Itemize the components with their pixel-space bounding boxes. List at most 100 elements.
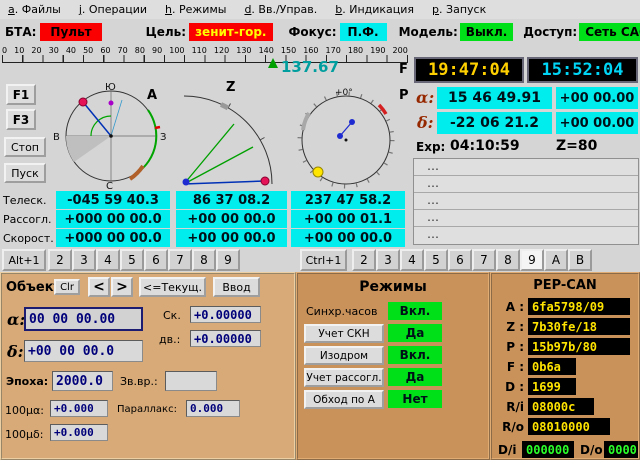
prev-object-button[interactable]: < bbox=[88, 277, 110, 297]
dial-a-shaded-sector bbox=[66, 136, 111, 162]
parallax-label: Параллакс: bbox=[117, 404, 177, 415]
zenith-limit-value: Z=80 bbox=[556, 138, 597, 154]
object-panel-title: Объект bbox=[6, 280, 61, 295]
telescope-zenith-value: 86 37 08.2 bbox=[176, 191, 287, 209]
rotation-axis-label: P bbox=[399, 88, 409, 103]
copy-current-button[interactable]: <=Текущ. bbox=[139, 277, 206, 297]
dial-p-angle-label: +0° bbox=[335, 88, 353, 98]
object-delta-label: δ: bbox=[7, 342, 24, 361]
ruler-tick: 80 bbox=[135, 46, 145, 55]
ruler-tick: 190 bbox=[370, 46, 385, 55]
ruler-tick: 160 bbox=[303, 46, 318, 55]
ruler-tick: 10 bbox=[14, 46, 24, 55]
target-label: Цель: bbox=[146, 25, 186, 39]
ruler-tick: 0 bbox=[2, 46, 7, 55]
ruler-tick: 110 bbox=[192, 46, 207, 55]
pep-panel: PEP-CAN A : 6fa5798/09 Z : 7b30fe/18 P :… bbox=[490, 272, 640, 460]
pep-di-value: 000000 bbox=[522, 441, 574, 458]
motion-field[interactable]: +0.00000 bbox=[190, 330, 261, 347]
ruler-tick: 30 bbox=[49, 46, 59, 55]
tab-ctrl-v[interactable]: В bbox=[568, 249, 592, 271]
dial-a-object-dot bbox=[79, 98, 87, 106]
modes-panel-title: Режимы bbox=[298, 279, 488, 295]
ctrl-tabs-label[interactable]: Ctrl+1 bbox=[300, 249, 347, 271]
tab-ctrl-3[interactable]: 3 bbox=[376, 249, 400, 271]
mode-isodrome-button[interactable]: Изодром bbox=[304, 346, 384, 365]
tab-ctrl-2[interactable]: 2 bbox=[352, 249, 376, 271]
speed-field[interactable]: +0.00000 bbox=[190, 306, 261, 323]
alt-tabs-label[interactable]: Alt+1 bbox=[2, 249, 46, 271]
sidereal-time-label: Зв.вр.: bbox=[120, 375, 158, 388]
mode-clock-sync-label: Синхр.часов bbox=[306, 305, 378, 318]
mode-skn-button[interactable]: Учет СКН bbox=[304, 324, 384, 343]
object-delta-input[interactable]: +00 00 00.0 bbox=[24, 340, 143, 362]
tab-alt-9[interactable]: 9 bbox=[216, 249, 240, 271]
log-row: … bbox=[414, 159, 638, 176]
mode-bypass-a-button[interactable]: Обход по А bbox=[304, 390, 384, 409]
modes-panel: Режимы Синхр.часов Вкл. Учет СКН Да Изод… bbox=[296, 272, 490, 460]
tab-ctrl-8[interactable]: 8 bbox=[496, 249, 520, 271]
next-object-button[interactable]: > bbox=[111, 277, 133, 297]
menu-launch-hotkey: p bbox=[432, 3, 439, 16]
focus-status-badge: П.Ф. bbox=[340, 23, 387, 41]
menu-launch[interactable]: p. Запуск bbox=[432, 3, 486, 16]
menu-operations[interactable]: j. Операции bbox=[79, 3, 147, 16]
tab-ctrl-9[interactable]: 9 bbox=[520, 249, 544, 271]
telescope-azimuth-value: -045 59 40.3 bbox=[56, 191, 170, 209]
log-row: … bbox=[414, 227, 638, 244]
ruler-tick-marks bbox=[2, 55, 408, 63]
mode-clock-sync-value: Вкл. bbox=[388, 302, 442, 320]
ruler-tick: 170 bbox=[326, 46, 341, 55]
tab-alt-4[interactable]: 4 bbox=[96, 249, 120, 271]
ruler-tick: 40 bbox=[66, 46, 76, 55]
epoch-input[interactable]: 2000.0 bbox=[52, 371, 113, 391]
menu-modes[interactable]: h. Режимы bbox=[165, 3, 226, 16]
ruler-tick: 180 bbox=[348, 46, 363, 55]
ruler-tick: 20 bbox=[31, 46, 41, 55]
pep-di-label: D/i bbox=[498, 443, 516, 457]
menu-files[interactable]: а. Файлы bbox=[8, 3, 61, 16]
pep-d-label: D : bbox=[494, 380, 524, 394]
tab-ctrl-a[interactable]: A bbox=[544, 249, 568, 271]
motion-label: дв.: bbox=[159, 333, 180, 346]
f3-button[interactable]: F3 bbox=[6, 109, 36, 130]
tab-ctrl-5[interactable]: 5 bbox=[424, 249, 448, 271]
menu-indication[interactable]: b. Индикация bbox=[335, 3, 414, 16]
pep-ro-value: 08010000 bbox=[528, 418, 610, 435]
tab-alt-2[interactable]: 2 bbox=[48, 249, 72, 271]
dial-rotation: +0° bbox=[292, 78, 410, 190]
object-alpha-input[interactable]: 00 00 00.00 bbox=[24, 307, 143, 331]
speed-row-label: Скорост. bbox=[3, 232, 54, 245]
ruler-value: 137.67 bbox=[281, 58, 339, 76]
ruler-tick: 50 bbox=[83, 46, 93, 55]
start-button[interactable]: Пуск bbox=[4, 163, 46, 183]
mismatch-zenith-value: +00 00 00.0 bbox=[176, 210, 287, 228]
menu-operations-label: . Операции bbox=[82, 3, 147, 16]
tab-alt-7[interactable]: 7 bbox=[168, 249, 192, 271]
menu-bar: а. Файлы j. Операции h. Режимы d. Вв./Уп… bbox=[0, 0, 640, 19]
sidereal-time-field[interactable] bbox=[165, 371, 217, 391]
model-label: Модель: bbox=[399, 25, 458, 39]
mu-delta-field[interactable]: +0.000 bbox=[50, 424, 108, 441]
clear-button[interactable]: Clr bbox=[54, 279, 80, 295]
parallax-field[interactable]: 0.000 bbox=[186, 400, 240, 417]
tab-alt-6[interactable]: 6 bbox=[144, 249, 168, 271]
sidereal-time-display: 15:52:04 bbox=[527, 57, 638, 83]
mode-skn-value: Да bbox=[388, 324, 442, 342]
enter-button[interactable]: Ввод bbox=[213, 277, 260, 297]
mode-mismatch-button[interactable]: Учет рассогл. bbox=[304, 368, 384, 387]
ruler-tick: 200 bbox=[393, 46, 408, 55]
stop-button[interactable]: Стоп bbox=[4, 137, 46, 157]
tab-ctrl-4[interactable]: 4 bbox=[400, 249, 424, 271]
tab-alt-8[interactable]: 8 bbox=[192, 249, 216, 271]
model-status-badge: Выкл. bbox=[460, 23, 514, 41]
tab-alt-3[interactable]: 3 bbox=[72, 249, 96, 271]
tab-alt-5[interactable]: 5 bbox=[120, 249, 144, 271]
dial-a-marker-dot bbox=[109, 101, 114, 106]
tab-ctrl-6[interactable]: 6 bbox=[448, 249, 472, 271]
mode-isodrome-value: Вкл. bbox=[388, 346, 442, 364]
menu-input-control[interactable]: d. Вв./Управ. bbox=[244, 3, 317, 16]
tab-ctrl-7[interactable]: 7 bbox=[472, 249, 496, 271]
mu-alpha-field[interactable]: +0.000 bbox=[50, 400, 108, 417]
f1-button[interactable]: F1 bbox=[6, 84, 36, 105]
